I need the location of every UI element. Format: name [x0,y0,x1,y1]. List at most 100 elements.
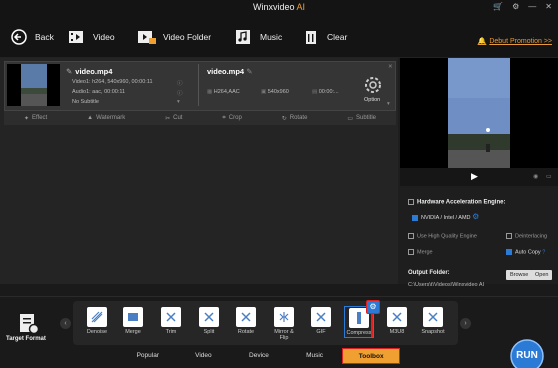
back-arrow-icon [8,27,30,47]
browse-button[interactable]: Browse [506,270,533,280]
cut-button[interactable]: ✂ Cut [165,115,182,122]
hw-settings-icon[interactable]: ⚙ [472,212,479,221]
target-format-label: Target Format [6,336,46,342]
tool-merge[interactable]: Merge [119,307,147,335]
video-thumbnail[interactable] [7,64,60,106]
tab-music[interactable]: Music [287,348,343,364]
output-duration: ▤ 00:00:... [312,89,339,95]
auto-copy-option[interactable]: Auto Copy ? [506,249,545,255]
subtitle-dropdown-icon[interactable]: ▾ [177,99,180,105]
help-icon[interactable]: ? [542,249,545,255]
hq-engine-option[interactable]: Use High Quality Engine [408,233,477,239]
m3u8-icon [387,307,407,327]
collapse-icon[interactable]: ▾ [387,101,390,107]
video-icon [66,27,88,47]
output-folder-label: Output Folder: [408,270,450,276]
bell-icon: 🔔 [477,38,487,45]
compress-settings-icon[interactable]: ⚙ [366,300,380,314]
format-tabs: Popular Video Device Music Toolbox [120,348,400,364]
hw-accel-title: Hardware Acceleration Engine: [408,199,505,206]
option-label[interactable]: Option [364,97,380,103]
hq-engine-checkbox[interactable] [408,233,414,239]
video-track-info: Video1: h264, 540x960, 00:00:11 [72,79,153,85]
hw-accel-checkbox[interactable] [408,199,414,205]
tool-gif[interactable]: GIF [307,307,335,335]
clear-button[interactable]: Clear [300,25,347,49]
merge-option[interactable]: Merge [408,249,433,255]
highlight-arrow [371,313,373,337]
option-gear-icon[interactable] [363,75,383,95]
run-label: RUN [516,350,538,361]
output-path[interactable]: C:\Users\t\Videos\Winxvideo AI [408,282,484,288]
rotate-tool-icon [236,307,256,327]
add-video-folder-button[interactable]: Video Folder [136,25,211,49]
folder-icon[interactable]: ▭ [546,173,552,180]
merge-icon [123,307,143,327]
add-music-button[interactable]: Music [233,25,282,49]
divider [198,64,199,106]
crop-button[interactable]: ⌗ Crop [222,115,241,122]
tool-split[interactable]: Split [195,307,223,335]
close-icon[interactable]: ✕ [545,2,552,11]
denoise-icon [87,307,107,327]
audio-track-info: Audio1: aac, 00:00:11 [72,89,126,95]
mirror-flip-icon [274,307,294,327]
trim-icon [161,307,181,327]
edit-name-icon[interactable]: ✎ [66,67,72,76]
add-video-button[interactable]: Video [66,25,115,49]
back-button[interactable]: Back [8,25,54,49]
effect-icon: ✦ [23,115,29,122]
tool-trim[interactable]: Trim [157,307,185,335]
edit-output-icon[interactable]: ✎ [246,67,252,76]
hw-accel-option: NVIDIA / Intel / AMD ⚙ [412,212,479,221]
tab-video[interactable]: Video [176,348,232,364]
file-card[interactable] [4,61,396,111]
title-bar: Winxvideo AI 🛒 ⚙ — ✕ [0,0,558,16]
main-toolbar: Back Video Video Folder Music Clear 🔔 Deb… [0,16,558,58]
watermark-icon: ▲ [87,115,94,121]
gif-icon [311,307,331,327]
effect-button[interactable]: ✦ Effect [24,115,47,122]
audio-info-icon[interactable]: ⓘ [177,89,183,97]
nvidia-checkbox[interactable] [412,214,418,221]
rotate-icon: ↻ [281,115,287,122]
play-icon[interactable]: ▶ [471,171,478,182]
cart-icon[interactable]: 🛒 [493,2,503,11]
tool-rotate[interactable]: Rotate [232,307,260,335]
music-icon [233,27,255,47]
open-button[interactable]: Open [531,270,553,280]
snapshot-icon[interactable]: ◉ [533,173,538,180]
app-title: Winxvideo AI [252,2,306,12]
merge-checkbox[interactable] [408,249,414,255]
tab-popular[interactable]: Popular [120,348,176,364]
deinterlacing-option[interactable]: Deinterlacing [506,233,547,239]
scroll-right-icon[interactable]: › [460,318,471,329]
promo-link[interactable]: 🔔 Debut Promotion >> [477,37,552,46]
watermark-button[interactable]: ▲ Watermark [87,115,125,121]
remove-file-icon[interactable]: ✕ [388,64,393,70]
snapshot-tool-icon [423,307,443,327]
crop-icon: ⌗ [222,114,226,121]
auto-copy-checkbox[interactable] [506,249,512,255]
output-file-name: video.mp4 ✎ [207,67,253,76]
settings-icon[interactable]: ⚙ [512,2,519,11]
tool-mirror-flip[interactable]: Mirror & Flip [270,307,298,341]
tool-m3u8[interactable]: M3U8 [383,307,411,335]
output-resolution: ▣ 540x960 [261,89,289,95]
edit-toolbar: ✦ Effect ▲ Watermark ✂ Cut ⌗ Crop ↻ Rotate ▭ S… [4,111,396,125]
tool-snapshot[interactable]: Snapshot [419,307,447,335]
split-icon [199,307,219,327]
deinterlacing-checkbox[interactable] [506,233,512,239]
video-folder-icon [136,27,158,47]
tab-toolbox[interactable]: Toolbox [342,348,400,364]
minimize-icon[interactable]: — [528,2,536,11]
source-file-name: ✎ video.mp4 [66,67,113,76]
tool-denoise[interactable]: Denoise [83,307,111,335]
run-button[interactable]: RUN [510,339,544,368]
info-icon[interactable]: ⓘ [177,79,183,87]
tab-device[interactable]: Device [231,348,287,364]
subtitle-button[interactable]: ▭ Subtitle [347,115,376,122]
subtitle-icon: ▭ [347,115,353,122]
rotate-button[interactable]: ↻ Rotate [282,115,308,122]
scroll-left-icon[interactable]: ‹ [60,318,71,329]
